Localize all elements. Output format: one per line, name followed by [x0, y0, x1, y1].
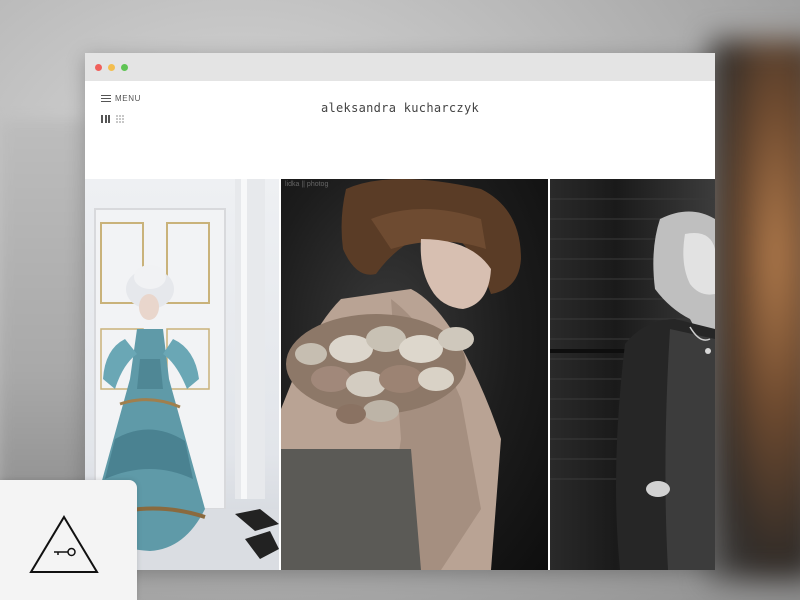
photo-gallery: lidka || photog	[85, 179, 715, 570]
window-titlebar	[85, 53, 715, 81]
background-blur-left	[0, 120, 90, 540]
site-header: MENU aleksandra kucharczyk	[85, 81, 715, 179]
grid-view-icon[interactable]	[116, 115, 124, 123]
triangle-key-icon	[29, 515, 99, 573]
background-blur-right	[710, 40, 800, 580]
gallery-photo-ruffle-shoulder[interactable]: lidka || photog	[281, 179, 548, 570]
close-window-button[interactable]	[95, 64, 102, 71]
minimize-window-button[interactable]	[108, 64, 115, 71]
site-title: aleksandra kucharczyk	[320, 101, 480, 115]
columns-view-icon[interactable]	[101, 115, 110, 123]
view-toggle	[101, 115, 124, 123]
brand-badge[interactable]	[0, 480, 137, 600]
gallery-photo-bw-portrait[interactable]	[550, 179, 715, 570]
photo-watermark: lidka || photog	[285, 181, 328, 188]
browser-window: MENU aleksandra kucharczyk lidka || phot…	[85, 53, 715, 570]
zoom-window-button[interactable]	[121, 64, 128, 71]
